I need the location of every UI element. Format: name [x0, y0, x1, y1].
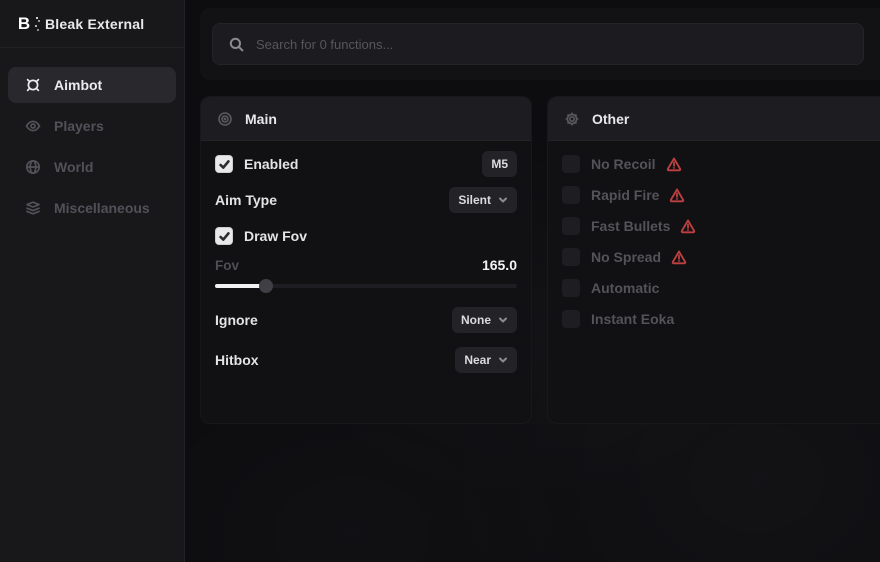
rapid-fire-checkbox[interactable]: [562, 186, 580, 204]
fov-label: Fov: [215, 258, 239, 273]
aim-type-value: Silent: [458, 193, 491, 207]
fast-bullets-checkbox[interactable]: [562, 217, 580, 235]
ignore-value: None: [461, 313, 491, 327]
enabled-checkbox[interactable]: [215, 155, 233, 173]
draw-fov-row: Draw Fov: [215, 221, 517, 251]
other-row-no-recoil: No Recoil: [562, 153, 866, 175]
fov-slider[interactable]: [215, 277, 517, 295]
no-spread-label: No Spread: [591, 249, 661, 265]
brand-logo-letter: B: [18, 15, 30, 32]
ignore-dropdown[interactable]: None: [452, 307, 517, 333]
gear-icon: [564, 111, 580, 127]
slider-track: [215, 284, 517, 288]
search-icon: [229, 37, 244, 52]
eye-icon: [25, 118, 41, 134]
sidebar-item-label: World: [54, 159, 93, 175]
panel-main-header: Main: [201, 97, 531, 141]
chevron-down-icon: [498, 355, 508, 365]
sidebar-item-world[interactable]: World: [8, 149, 176, 185]
sidebar-nav: Aimbot Players World: [0, 48, 184, 226]
warning-icon: [680, 218, 696, 234]
search-input[interactable]: Search for 0 functions...: [212, 23, 864, 65]
hitbox-value: Near: [464, 353, 491, 367]
fov-value: 165.0: [482, 257, 517, 273]
target-icon: [217, 111, 233, 127]
fov-row: Fov 165.0: [215, 253, 517, 277]
enabled-row: Enabled M5: [215, 149, 517, 179]
other-row-fast-bullets: Fast Bullets: [562, 215, 866, 237]
ignore-row: Ignore None: [215, 305, 517, 335]
other-row-no-spread: No Spread: [562, 246, 866, 268]
panel-title: Main: [245, 111, 277, 127]
warning-icon: [666, 156, 682, 172]
keybind-badge[interactable]: M5: [482, 151, 517, 177]
aim-type-label: Aim Type: [215, 192, 277, 208]
hitbox-row: Hitbox Near: [215, 345, 517, 375]
sidebar-item-players[interactable]: Players: [8, 108, 176, 144]
other-row-automatic: Automatic: [562, 277, 866, 299]
globe-icon: [25, 159, 41, 175]
no-spread-checkbox[interactable]: [562, 248, 580, 266]
automatic-checkbox[interactable]: [562, 279, 580, 297]
panel-other: Other No Recoil Rapid Fire Fast Bullets: [547, 96, 880, 424]
enabled-label: Enabled: [244, 156, 298, 172]
automatic-label: Automatic: [591, 280, 659, 296]
sidebar-item-label: Players: [54, 118, 104, 134]
panel-title: Other: [592, 111, 629, 127]
layers-icon: [25, 200, 41, 216]
panel-other-header: Other: [548, 97, 880, 141]
crosshair-icon: [25, 77, 41, 93]
chevron-down-icon: [498, 195, 508, 205]
hitbox-dropdown[interactable]: Near: [455, 347, 517, 373]
ignore-label: Ignore: [215, 312, 258, 328]
search-placeholder: Search for 0 functions...: [256, 37, 393, 52]
no-recoil-checkbox[interactable]: [562, 155, 580, 173]
aim-type-dropdown[interactable]: Silent: [449, 187, 517, 213]
draw-fov-label: Draw Fov: [244, 228, 307, 244]
check-icon: [219, 159, 230, 170]
instant-eoka-label: Instant Eoka: [591, 311, 674, 327]
panel-main: Main Enabled M5 Aim Type Silent Draw Fov: [200, 96, 532, 424]
no-recoil-label: No Recoil: [591, 156, 656, 172]
fast-bullets-label: Fast Bullets: [591, 218, 670, 234]
slider-handle[interactable]: [259, 279, 273, 293]
sidebar-item-label: Miscellaneous: [54, 200, 150, 216]
app-title: Bleak External: [45, 16, 144, 32]
sidebar-item-label: Aimbot: [54, 77, 102, 93]
aim-type-row: Aim Type Silent: [215, 185, 517, 215]
warning-icon: [671, 249, 687, 265]
other-row-rapid-fire: Rapid Fire: [562, 184, 866, 206]
other-row-instant-eoka: Instant Eoka: [562, 308, 866, 330]
warning-icon: [669, 187, 685, 203]
draw-fov-checkbox[interactable]: [215, 227, 233, 245]
brand: B Bleak External: [0, 0, 184, 48]
search-header: Search for 0 functions...: [200, 8, 880, 80]
sidebar-item-miscellaneous[interactable]: Miscellaneous: [8, 190, 176, 226]
check-icon: [219, 231, 230, 242]
instant-eoka-checkbox[interactable]: [562, 310, 580, 328]
chevron-down-icon: [498, 315, 508, 325]
hitbox-label: Hitbox: [215, 352, 259, 368]
brand-logo-icon: B: [14, 14, 34, 34]
rapid-fire-label: Rapid Fire: [591, 187, 659, 203]
sidebar-item-aimbot[interactable]: Aimbot: [8, 67, 176, 103]
sidebar: B Bleak External Aimbot Players: [0, 0, 185, 562]
